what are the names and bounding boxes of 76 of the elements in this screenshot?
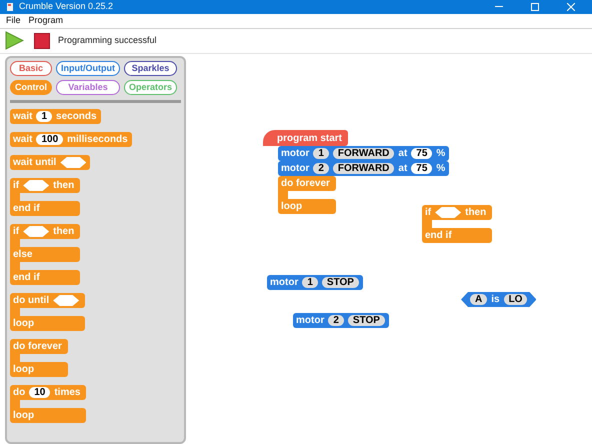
condition-slot[interactable] <box>60 157 86 168</box>
control-block[interactable]: do 10 times loop <box>10 385 86 423</box>
block-label: seconds <box>56 110 97 124</box>
app-icon <box>7 2 13 11</box>
block-label: else <box>13 248 32 262</box>
block-label: times <box>54 386 80 400</box>
status-text: Programming successful <box>58 34 157 48</box>
block-label: loop <box>13 409 34 423</box>
option-selector[interactable]: STOP <box>322 277 359 288</box>
block-label: % <box>436 162 446 176</box>
block-label: loop <box>13 317 34 331</box>
condition-slot[interactable] <box>23 226 50 237</box>
block-label: % <box>436 147 446 161</box>
option-selector[interactable]: FORWARD <box>332 163 394 174</box>
block-label: motor <box>281 147 310 161</box>
block-label: is <box>491 293 500 307</box>
block-label: end if <box>425 229 452 243</box>
block-label: wait until <box>13 156 56 170</box>
block-label: end if <box>13 271 40 285</box>
block-label: then <box>53 179 74 193</box>
category-tab[interactable]: Sparkles <box>124 61 177 76</box>
block-label: loop <box>281 200 302 214</box>
block-label: motor <box>281 162 310 176</box>
play-icon[interactable] <box>5 31 24 50</box>
option-selector[interactable]: STOP <box>348 315 385 326</box>
condition-slot[interactable] <box>23 180 50 191</box>
option-selector[interactable]: A <box>470 294 488 305</box>
option-selector[interactable]: FORWARD <box>332 148 394 159</box>
block-label: at <box>398 147 408 161</box>
option-selector[interactable]: LO <box>504 294 528 305</box>
block-label: motor <box>296 314 324 328</box>
block-label: then <box>465 206 486 220</box>
block-label: do <box>13 386 26 400</box>
block-label: do forever <box>13 340 62 354</box>
category-tab[interactable]: Input/Output <box>56 61 120 76</box>
number-input[interactable]: 100 <box>36 134 64 145</box>
number-input[interactable]: 75 <box>411 163 432 174</box>
maximize-icon[interactable] <box>531 2 539 11</box>
block-label: if <box>13 179 20 193</box>
option-selector[interactable]: 1 <box>302 277 318 288</box>
block-label: wait <box>13 110 32 124</box>
minimize-icon[interactable] <box>495 6 503 8</box>
option-selector[interactable]: 1 <box>313 148 329 159</box>
block-label: at <box>398 162 408 176</box>
command-block[interactable]: motor 2 STOP <box>293 313 389 328</box>
menu-item[interactable]: Program <box>28 14 64 28</box>
block-label: if <box>13 225 20 239</box>
category-tab[interactable]: Basic <box>10 61 52 76</box>
number-input[interactable]: 10 <box>29 387 50 398</box>
block-label: program start <box>277 132 342 146</box>
close-icon[interactable] <box>567 2 575 11</box>
boolean-block[interactable]: A is LO <box>461 292 536 307</box>
window-title: Crumble Version 0.25.2 <box>19 0 114 13</box>
command-block[interactable]: wait 100 milliseconds <box>10 132 132 147</box>
block-label: loop <box>13 363 34 377</box>
block-label: wait <box>13 133 32 147</box>
command-block[interactable]: wait 1 seconds <box>10 109 101 124</box>
stop-icon[interactable] <box>34 32 50 49</box>
command-block[interactable]: motor 1 FORWARD at 75 % <box>278 146 450 161</box>
number-input[interactable]: 1 <box>36 111 52 122</box>
menu-item[interactable]: File <box>6 14 21 28</box>
block-label: do until <box>13 294 50 308</box>
command-block[interactable]: motor 2 FORWARD at 75 % <box>278 161 450 176</box>
block-label: end if <box>13 202 40 216</box>
condition-slot[interactable] <box>53 295 80 306</box>
condition-slot[interactable] <box>435 207 462 218</box>
option-selector[interactable]: 2 <box>328 315 344 326</box>
command-block[interactable]: motor 1 STOP <box>267 275 363 290</box>
block-label: do forever <box>281 177 330 191</box>
block-label: motor <box>270 276 298 290</box>
category-tab[interactable]: Variables <box>56 80 120 95</box>
option-selector[interactable]: 2 <box>313 163 329 174</box>
block-label: milliseconds <box>67 133 128 147</box>
block-label: then <box>53 225 74 239</box>
number-input[interactable]: 75 <box>411 148 432 159</box>
block-label: if <box>425 206 432 220</box>
